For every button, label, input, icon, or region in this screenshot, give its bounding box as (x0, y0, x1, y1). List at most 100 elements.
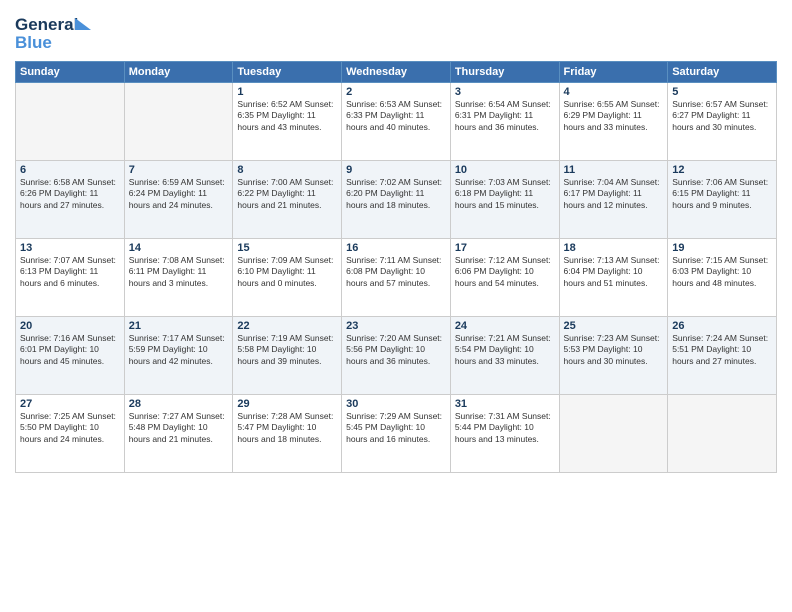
day-number: 26 (672, 320, 772, 332)
day-info: Sunrise: 6:58 AM Sunset: 6:26 PM Dayligh… (20, 177, 120, 211)
day-info: Sunrise: 7:31 AM Sunset: 5:44 PM Dayligh… (455, 411, 555, 445)
calendar-cell: 21Sunrise: 7:17 AM Sunset: 5:59 PM Dayli… (124, 317, 233, 395)
day-number: 28 (129, 398, 229, 410)
calendar-cell: 9Sunrise: 7:02 AM Sunset: 6:20 PM Daylig… (342, 161, 451, 239)
calendar-cell: 10Sunrise: 7:03 AM Sunset: 6:18 PM Dayli… (450, 161, 559, 239)
day-number: 29 (237, 398, 337, 410)
calendar-cell: 31Sunrise: 7:31 AM Sunset: 5:44 PM Dayli… (450, 395, 559, 473)
day-number: 12 (672, 164, 772, 176)
day-number: 22 (237, 320, 337, 332)
day-number: 5 (672, 86, 772, 98)
calendar-cell (559, 395, 668, 473)
logo-svg: General Blue (15, 10, 95, 55)
day-info: Sunrise: 7:16 AM Sunset: 6:01 PM Dayligh… (20, 333, 120, 367)
day-info: Sunrise: 6:54 AM Sunset: 6:31 PM Dayligh… (455, 99, 555, 133)
day-number: 24 (455, 320, 555, 332)
calendar-table: SundayMondayTuesdayWednesdayThursdayFrid… (15, 61, 777, 473)
day-info: Sunrise: 7:09 AM Sunset: 6:10 PM Dayligh… (237, 255, 337, 289)
day-number: 8 (237, 164, 337, 176)
weekday-thursday: Thursday (450, 62, 559, 83)
day-number: 31 (455, 398, 555, 410)
calendar-cell: 3Sunrise: 6:54 AM Sunset: 6:31 PM Daylig… (450, 83, 559, 161)
day-number: 7 (129, 164, 229, 176)
day-info: Sunrise: 7:19 AM Sunset: 5:58 PM Dayligh… (237, 333, 337, 367)
day-info: Sunrise: 6:52 AM Sunset: 6:35 PM Dayligh… (237, 99, 337, 133)
calendar-week-4: 20Sunrise: 7:16 AM Sunset: 6:01 PM Dayli… (16, 317, 777, 395)
weekday-wednesday: Wednesday (342, 62, 451, 83)
calendar-cell: 19Sunrise: 7:15 AM Sunset: 6:03 PM Dayli… (668, 239, 777, 317)
calendar-cell: 22Sunrise: 7:19 AM Sunset: 5:58 PM Dayli… (233, 317, 342, 395)
calendar-week-2: 6Sunrise: 6:58 AM Sunset: 6:26 PM Daylig… (16, 161, 777, 239)
calendar-cell: 27Sunrise: 7:25 AM Sunset: 5:50 PM Dayli… (16, 395, 125, 473)
day-number: 16 (346, 242, 446, 254)
day-number: 30 (346, 398, 446, 410)
day-info: Sunrise: 7:24 AM Sunset: 5:51 PM Dayligh… (672, 333, 772, 367)
day-info: Sunrise: 7:00 AM Sunset: 6:22 PM Dayligh… (237, 177, 337, 211)
day-info: Sunrise: 7:17 AM Sunset: 5:59 PM Dayligh… (129, 333, 229, 367)
calendar-cell: 26Sunrise: 7:24 AM Sunset: 5:51 PM Dayli… (668, 317, 777, 395)
day-info: Sunrise: 7:23 AM Sunset: 5:53 PM Dayligh… (564, 333, 664, 367)
weekday-monday: Monday (124, 62, 233, 83)
day-info: Sunrise: 6:55 AM Sunset: 6:29 PM Dayligh… (564, 99, 664, 133)
weekday-tuesday: Tuesday (233, 62, 342, 83)
day-info: Sunrise: 7:03 AM Sunset: 6:18 PM Dayligh… (455, 177, 555, 211)
day-info: Sunrise: 7:27 AM Sunset: 5:48 PM Dayligh… (129, 411, 229, 445)
main-container: General Blue SundayMondayTuesdayWednesda… (0, 0, 792, 478)
day-info: Sunrise: 6:53 AM Sunset: 6:33 PM Dayligh… (346, 99, 446, 133)
day-number: 13 (20, 242, 120, 254)
calendar-cell: 24Sunrise: 7:21 AM Sunset: 5:54 PM Dayli… (450, 317, 559, 395)
calendar-cell: 17Sunrise: 7:12 AM Sunset: 6:06 PM Dayli… (450, 239, 559, 317)
calendar-week-3: 13Sunrise: 7:07 AM Sunset: 6:13 PM Dayli… (16, 239, 777, 317)
weekday-sunday: Sunday (16, 62, 125, 83)
calendar-cell (16, 83, 125, 161)
calendar-cell: 15Sunrise: 7:09 AM Sunset: 6:10 PM Dayli… (233, 239, 342, 317)
day-number: 15 (237, 242, 337, 254)
day-info: Sunrise: 7:20 AM Sunset: 5:56 PM Dayligh… (346, 333, 446, 367)
day-info: Sunrise: 7:15 AM Sunset: 6:03 PM Dayligh… (672, 255, 772, 289)
calendar-cell: 29Sunrise: 7:28 AM Sunset: 5:47 PM Dayli… (233, 395, 342, 473)
day-number: 18 (564, 242, 664, 254)
calendar-week-1: 1Sunrise: 6:52 AM Sunset: 6:35 PM Daylig… (16, 83, 777, 161)
calendar-cell: 12Sunrise: 7:06 AM Sunset: 6:15 PM Dayli… (668, 161, 777, 239)
calendar-cell: 1Sunrise: 6:52 AM Sunset: 6:35 PM Daylig… (233, 83, 342, 161)
day-info: Sunrise: 7:04 AM Sunset: 6:17 PM Dayligh… (564, 177, 664, 211)
weekday-header-row: SundayMondayTuesdayWednesdayThursdayFrid… (16, 62, 777, 83)
day-info: Sunrise: 7:12 AM Sunset: 6:06 PM Dayligh… (455, 255, 555, 289)
svg-text:Blue: Blue (15, 33, 52, 52)
header: General Blue (15, 10, 777, 55)
day-info: Sunrise: 7:06 AM Sunset: 6:15 PM Dayligh… (672, 177, 772, 211)
day-info: Sunrise: 6:57 AM Sunset: 6:27 PM Dayligh… (672, 99, 772, 133)
day-number: 20 (20, 320, 120, 332)
day-number: 21 (129, 320, 229, 332)
calendar-cell: 18Sunrise: 7:13 AM Sunset: 6:04 PM Dayli… (559, 239, 668, 317)
weekday-saturday: Saturday (668, 62, 777, 83)
calendar-cell: 7Sunrise: 6:59 AM Sunset: 6:24 PM Daylig… (124, 161, 233, 239)
calendar-cell (668, 395, 777, 473)
day-info: Sunrise: 6:59 AM Sunset: 6:24 PM Dayligh… (129, 177, 229, 211)
calendar-cell: 4Sunrise: 6:55 AM Sunset: 6:29 PM Daylig… (559, 83, 668, 161)
day-info: Sunrise: 7:29 AM Sunset: 5:45 PM Dayligh… (346, 411, 446, 445)
calendar-cell: 2Sunrise: 6:53 AM Sunset: 6:33 PM Daylig… (342, 83, 451, 161)
day-info: Sunrise: 7:02 AM Sunset: 6:20 PM Dayligh… (346, 177, 446, 211)
calendar-cell: 23Sunrise: 7:20 AM Sunset: 5:56 PM Dayli… (342, 317, 451, 395)
day-number: 10 (455, 164, 555, 176)
calendar-cell: 13Sunrise: 7:07 AM Sunset: 6:13 PM Dayli… (16, 239, 125, 317)
day-info: Sunrise: 7:08 AM Sunset: 6:11 PM Dayligh… (129, 255, 229, 289)
day-info: Sunrise: 7:28 AM Sunset: 5:47 PM Dayligh… (237, 411, 337, 445)
day-number: 11 (564, 164, 664, 176)
weekday-friday: Friday (559, 62, 668, 83)
calendar-cell: 20Sunrise: 7:16 AM Sunset: 6:01 PM Dayli… (16, 317, 125, 395)
day-number: 14 (129, 242, 229, 254)
day-info: Sunrise: 7:11 AM Sunset: 6:08 PM Dayligh… (346, 255, 446, 289)
calendar-cell: 5Sunrise: 6:57 AM Sunset: 6:27 PM Daylig… (668, 83, 777, 161)
calendar-cell: 28Sunrise: 7:27 AM Sunset: 5:48 PM Dayli… (124, 395, 233, 473)
day-info: Sunrise: 7:25 AM Sunset: 5:50 PM Dayligh… (20, 411, 120, 445)
calendar-cell: 11Sunrise: 7:04 AM Sunset: 6:17 PM Dayli… (559, 161, 668, 239)
day-number: 27 (20, 398, 120, 410)
calendar-cell (124, 83, 233, 161)
day-number: 2 (346, 86, 446, 98)
day-number: 6 (20, 164, 120, 176)
day-number: 19 (672, 242, 772, 254)
day-number: 4 (564, 86, 664, 98)
day-number: 23 (346, 320, 446, 332)
